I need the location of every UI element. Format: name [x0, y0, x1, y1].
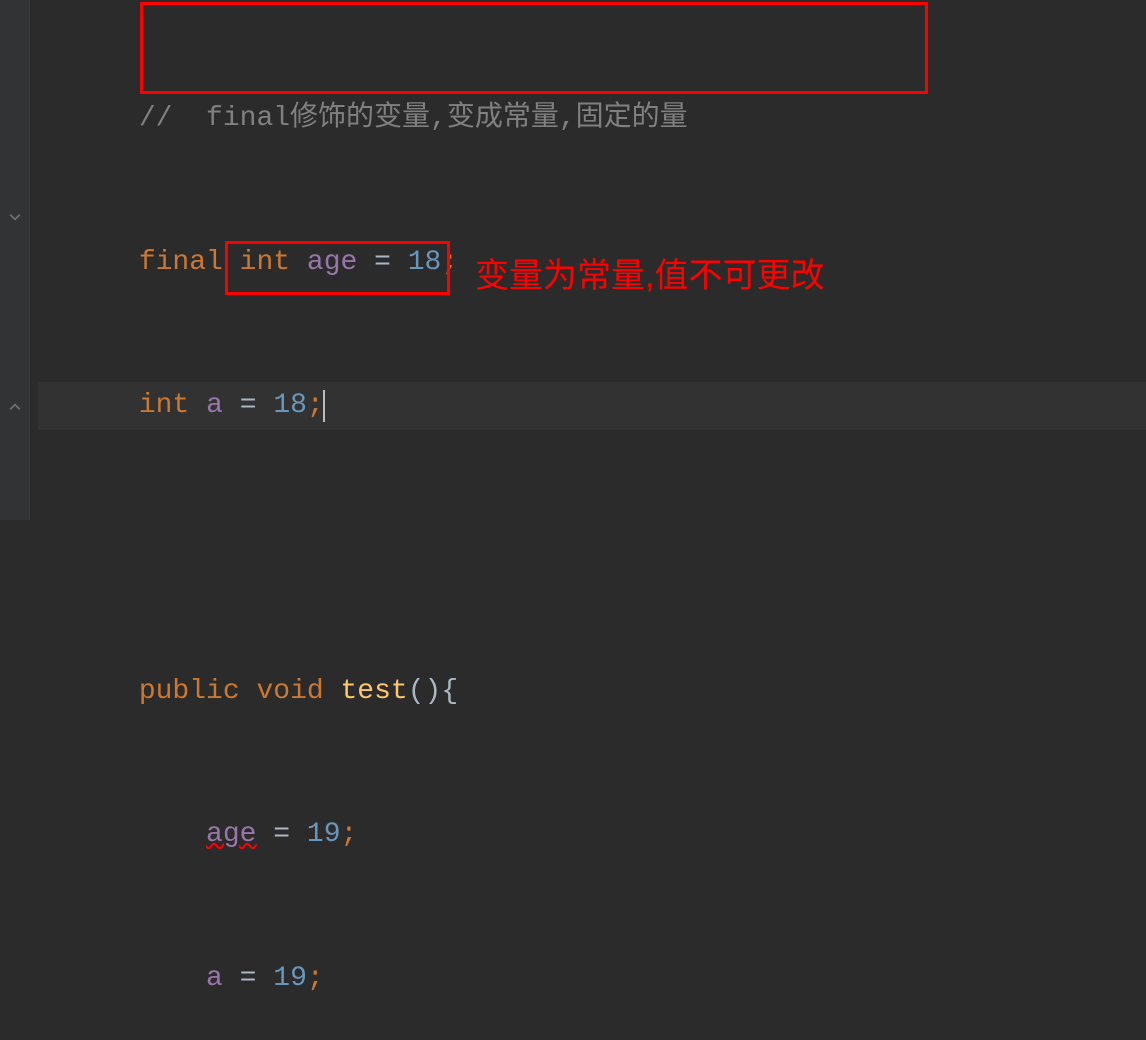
variable-a: a — [206, 382, 223, 430]
code-line: age = 19; — [38, 811, 1146, 859]
annotation-box-declaration — [140, 2, 928, 94]
fold-icon-collapse[interactable] — [8, 210, 22, 224]
code-line-current: int a = 18; — [38, 382, 1146, 430]
code-area[interactable]: // final修饰的变量,变成常量,固定的量 final int age = … — [30, 0, 1146, 520]
number-literal: 18 — [273, 382, 307, 430]
variable-age: age — [307, 239, 357, 287]
number-literal: 19 — [307, 811, 341, 859]
code-line-empty — [38, 525, 1146, 573]
code-line: final int age = 18; — [38, 238, 1146, 286]
number-literal: 19 — [273, 955, 307, 1003]
number-literal: 18 — [408, 239, 442, 287]
fold-icon-expand[interactable] — [8, 400, 22, 414]
method-name: test — [341, 668, 408, 716]
gutter — [0, 0, 30, 520]
keyword-public: public — [139, 668, 240, 716]
comment: // final修饰的变量,变成常量,固定的量 — [139, 95, 688, 143]
keyword-int: int — [139, 382, 189, 430]
variable-a: a — [206, 955, 223, 1003]
variable-age-error: age — [206, 811, 256, 859]
code-editor[interactable]: // final修饰的变量,变成常量,固定的量 final int age = … — [0, 0, 1146, 520]
code-line: // final修饰的变量,变成常量,固定的量 — [38, 95, 1146, 143]
keyword-void: void — [256, 668, 323, 716]
keyword-int: int — [240, 239, 290, 287]
keyword-final: final — [139, 239, 223, 287]
text-cursor — [323, 390, 325, 422]
code-line: a = 19; — [38, 954, 1146, 1002]
code-line: public void test(){ — [38, 668, 1146, 716]
